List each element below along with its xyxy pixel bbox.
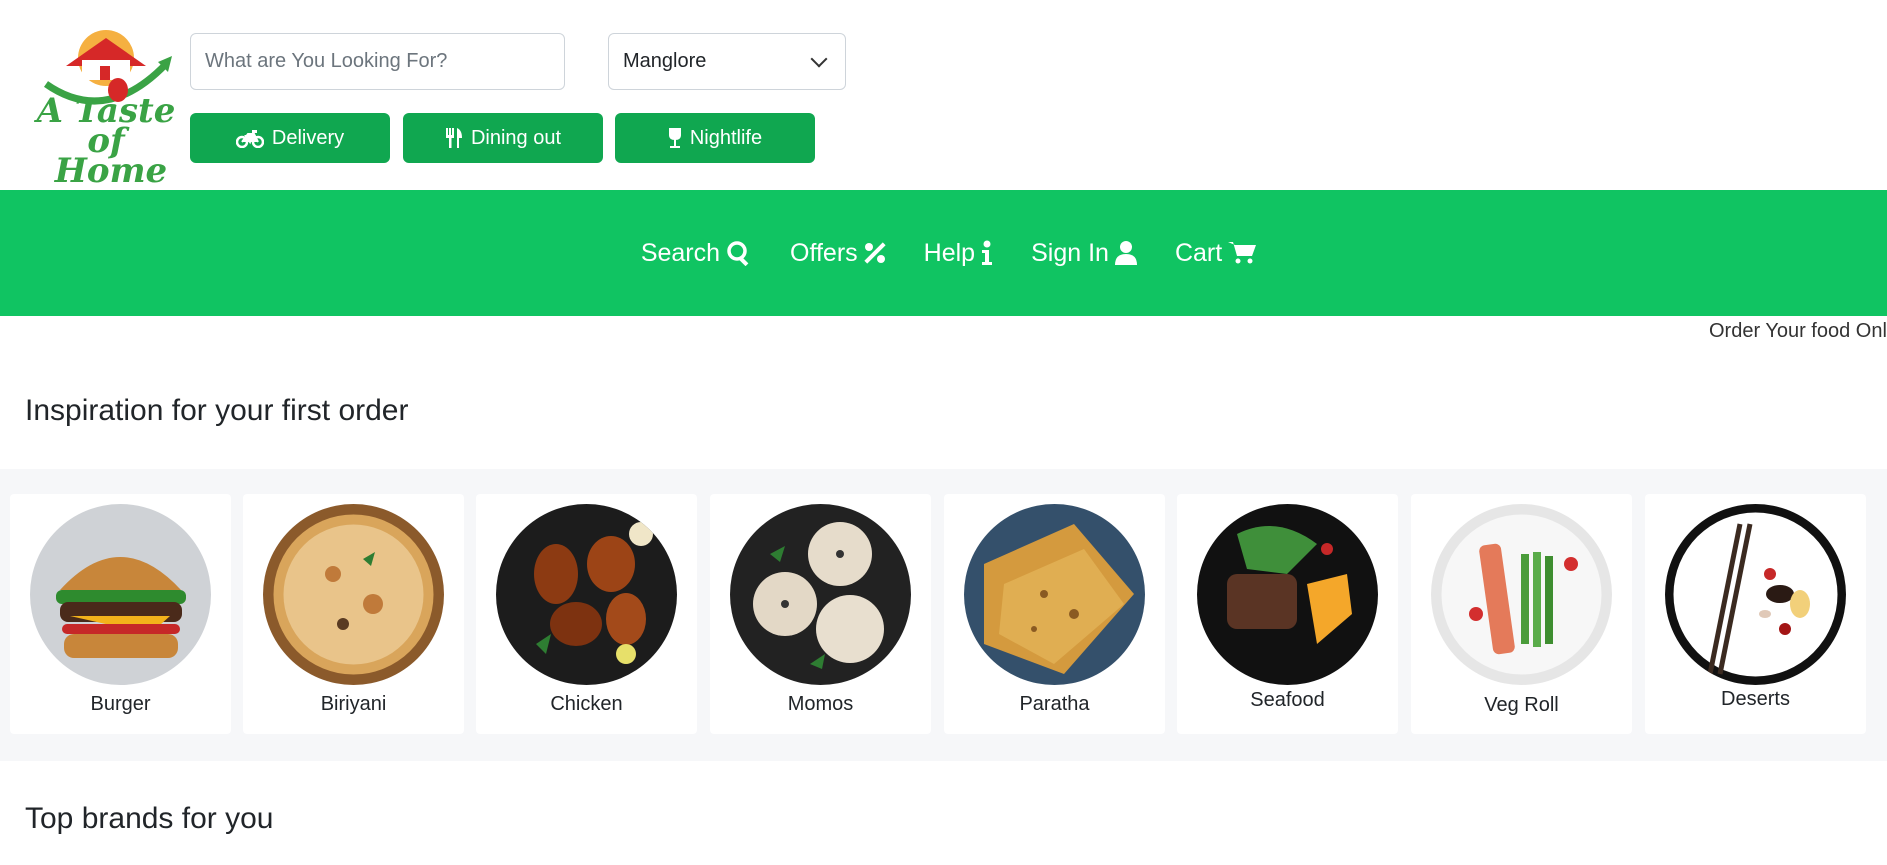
delivery-button[interactable]: Delivery (190, 113, 390, 163)
nav-cart-label: Cart (1174, 238, 1223, 267)
veg-roll-image (1431, 504, 1612, 685)
delivery-label: Delivery (271, 126, 345, 149)
nav-offers-label: Offers (790, 238, 858, 267)
promo-marquee: Order Your food Onl (1709, 320, 1887, 342)
main-navbar: Search Offers Help Sign In Cart (0, 190, 1887, 316)
utensils-icon (445, 128, 462, 148)
category-card-burger[interactable]: Burger (10, 494, 231, 734)
nightlife-label: Nightlife (689, 126, 763, 149)
nav-cart[interactable]: Cart (1174, 238, 1257, 268)
category-label: Seafood (1250, 689, 1325, 711)
cart-icon (1228, 242, 1257, 264)
nav-sign-in-label: Sign In (1031, 238, 1109, 267)
category-card-chicken[interactable]: Chicken (476, 494, 697, 734)
category-label: Veg Roll (1484, 694, 1559, 716)
category-label: Biriyani (320, 693, 387, 715)
category-card-biriyani[interactable]: Biriyani (243, 494, 464, 734)
seafood-image (1197, 504, 1378, 685)
inspiration-section-title: Inspiration for your first order (25, 394, 409, 427)
location-selected-value: Manglore (623, 50, 707, 72)
category-card-momos[interactable]: Momos (710, 494, 931, 734)
category-label: Burger (90, 693, 151, 715)
nav-help[interactable]: Help (924, 239, 993, 268)
category-label: Paratha (1019, 693, 1090, 715)
percent-icon (864, 242, 886, 264)
nav-search[interactable]: Search (641, 239, 752, 268)
dining-out-label: Dining out (470, 126, 562, 149)
deserts-image (1665, 504, 1846, 685)
momos-image (730, 504, 911, 685)
nav-search-label: Search (640, 238, 721, 267)
chicken-image (496, 504, 677, 685)
user-icon (1114, 241, 1137, 265)
nightlife-button[interactable]: Nightlife (615, 113, 815, 163)
category-label: Chicken (550, 693, 623, 715)
category-card-paratha[interactable]: Paratha (944, 494, 1165, 734)
category-label: Momos (787, 693, 854, 715)
brand-logo[interactable]: A Taste of Home (26, 26, 186, 188)
info-icon (982, 240, 993, 265)
dining-out-button[interactable]: Dining out (403, 113, 603, 163)
biriyani-image (263, 504, 444, 685)
site-header: A Taste of Home Manglore Delivery Dining… (0, 0, 1887, 190)
nav-offers[interactable]: Offers (790, 239, 886, 268)
chevron-down-icon (810, 50, 828, 67)
top-brands-section-title: Top brands for you (25, 802, 274, 835)
category-card-veg-roll[interactable]: Veg Roll (1411, 494, 1632, 734)
nav-sign-in[interactable]: Sign In (1031, 239, 1137, 268)
nav-help-label: Help (923, 238, 976, 267)
search-icon (727, 241, 749, 266)
category-card-seafood[interactable]: Seafood (1177, 494, 1398, 734)
motorcycle-icon (235, 130, 264, 148)
category-card-deserts[interactable]: Deserts (1645, 494, 1866, 734)
location-select[interactable]: Manglore (608, 33, 846, 90)
logo-text-line2: Home (54, 151, 168, 191)
search-input[interactable] (190, 33, 565, 90)
category-label: Deserts (1721, 688, 1790, 710)
burger-image (30, 504, 211, 685)
paratha-image (964, 504, 1145, 685)
wine-glass-icon (668, 128, 681, 148)
logo-text-line1: A Taste of (36, 91, 176, 161)
